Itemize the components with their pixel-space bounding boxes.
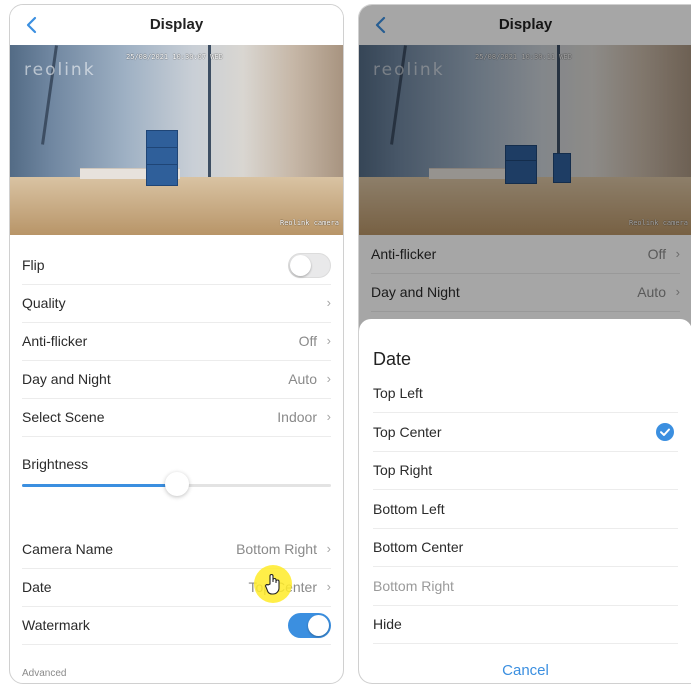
sheet-title: Date (373, 349, 412, 369)
osd-camera-name: Reolink camera (279, 219, 339, 227)
camera-name-value: Bottom Right (236, 541, 317, 557)
chevron-right-icon: › (326, 295, 331, 310)
chevron-right-icon: › (326, 541, 331, 556)
day-night-value: Auto (288, 371, 317, 387)
chevron-right-icon: › (326, 409, 331, 424)
chevron-right-icon: › (326, 579, 331, 594)
chevron-right-icon: › (326, 333, 331, 348)
camera-name-label: Camera Name (22, 541, 114, 557)
date-label: Date (22, 579, 52, 595)
date-option[interactable]: Top Right (373, 451, 678, 490)
row-select-scene[interactable]: Select Scene Indoor › (22, 398, 331, 437)
row-quality[interactable]: Quality › (22, 284, 331, 323)
osd-timestamp: 25/08/2021 10:30:07 WED (126, 53, 223, 61)
anti-flicker-value: Off (298, 333, 317, 349)
page-title: Display (149, 16, 204, 33)
date-option-label: Top Center (373, 423, 442, 440)
row-day-and-night[interactable]: Day and Night Auto › (22, 360, 331, 399)
date-option[interactable]: Hide (373, 605, 678, 644)
watermark-label: Watermark (22, 617, 90, 633)
brightness-slider-thumb[interactable] (164, 472, 189, 496)
flip-toggle[interactable] (288, 253, 331, 278)
row-anti-flicker[interactable]: Anti-flicker Off › (22, 322, 331, 361)
row-flip[interactable]: Flip (22, 246, 331, 285)
brightness-label: Brightness (22, 456, 89, 472)
hand-pointer-icon (265, 574, 280, 595)
anti-flicker-label: Anti-flicker (22, 333, 88, 349)
flip-label: Flip (22, 257, 45, 273)
date-picker-screen: Display reolink 25/08/2021 10:30:11 WED … (358, 4, 691, 684)
chevron-right-icon: › (326, 371, 331, 386)
nav-header: Display (10, 5, 343, 46)
scene-value: Indoor (277, 409, 317, 425)
date-option[interactable]: Bottom Right (373, 567, 678, 606)
watermark-toggle[interactable] (288, 613, 331, 638)
row-watermark[interactable]: Watermark (22, 606, 331, 645)
scene-label: Select Scene (22, 409, 105, 425)
date-option[interactable]: Top Center (373, 413, 678, 452)
date-option[interactable]: Bottom Center (373, 528, 678, 567)
brightness-slider-fill (22, 484, 177, 487)
date-option-label: Top Right (373, 462, 433, 478)
date-option[interactable]: Bottom Left (373, 490, 678, 529)
brightness-slider[interactable] (22, 472, 331, 496)
date-option-label: Top Left (373, 385, 423, 401)
display-settings-screen: Display reolink 25/08/2021 10:30:07 WED … (9, 4, 344, 684)
cancel-button[interactable]: Cancel (359, 662, 691, 679)
date-option[interactable]: Top Left (373, 374, 678, 413)
quality-label: Quality (22, 295, 66, 311)
date-option-label: Bottom Right (373, 577, 454, 594)
row-camera-name[interactable]: Camera Name Bottom Right › (22, 530, 331, 569)
camera-preview: reolink 25/08/2021 10:30:07 WED Reolink … (10, 45, 343, 235)
date-action-sheet: Date Top Left Top Center Top Right Bottom L… (359, 319, 691, 683)
checkmark-icon (656, 422, 674, 441)
day-night-label: Day and Night (22, 371, 111, 387)
date-option-label: Bottom Left (373, 500, 445, 517)
reolink-logo: reolink (24, 60, 96, 80)
advanced-section-label: Advanced (22, 668, 67, 679)
date-option-label: Hide (373, 616, 402, 632)
date-option-label: Bottom Center (373, 539, 464, 555)
